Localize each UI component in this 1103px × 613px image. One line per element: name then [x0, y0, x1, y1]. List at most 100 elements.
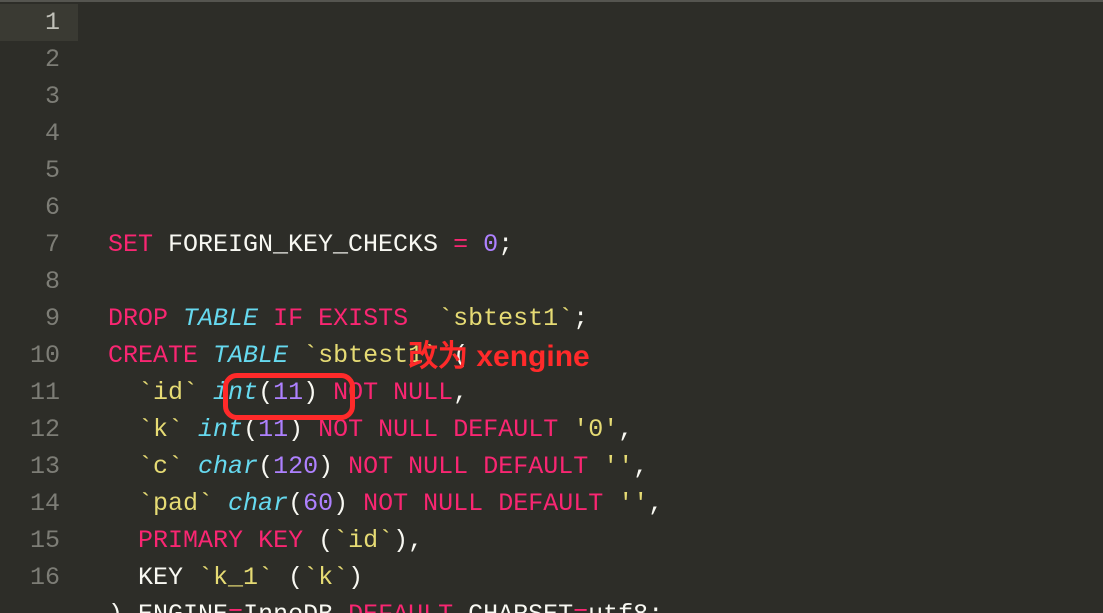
code-token: 120	[273, 452, 318, 481]
line-number: 12	[0, 411, 78, 448]
code-token: ,	[648, 489, 663, 518]
code-token	[318, 378, 333, 407]
code-area[interactable]: 改为 xengine SET FOREIGN_KEY_CHECKS = 0;DR…	[78, 0, 1103, 613]
code-token: NOT	[348, 452, 393, 481]
code-token: NOT	[318, 415, 363, 444]
code-token: (	[318, 526, 333, 555]
line-number: 6	[0, 189, 78, 226]
code-token: (	[288, 563, 303, 592]
code-token: ,	[618, 415, 633, 444]
code-token: DROP	[108, 304, 168, 333]
code-token	[438, 415, 453, 444]
code-token: char	[198, 452, 258, 481]
code-token: 11	[258, 415, 288, 444]
code-token: )	[303, 378, 318, 407]
code-line[interactable]: ) ENGINE=InnoDB DEFAULT CHARSET=utf8;	[108, 596, 1103, 613]
code-line[interactable]: SET FOREIGN_KEY_CHECKS = 0;	[108, 226, 1103, 263]
code-token	[303, 415, 318, 444]
code-token	[408, 304, 438, 333]
code-token: NULL	[423, 489, 483, 518]
code-line[interactable]: `k` int(11) NOT NULL DEFAULT '0',	[108, 411, 1103, 448]
code-token: (	[258, 452, 273, 481]
code-token: ,	[453, 378, 468, 407]
code-editor: 12345678910111213141516 改为 xengine SET F…	[0, 0, 1103, 613]
code-token: '0'	[573, 415, 618, 444]
code-token	[183, 415, 198, 444]
line-number: 11	[0, 374, 78, 411]
code-token: ''	[603, 452, 633, 481]
line-number: 16	[0, 559, 78, 596]
code-token: (	[258, 378, 273, 407]
code-token	[588, 452, 603, 481]
code-token: 60	[303, 489, 333, 518]
code-token: ;	[573, 304, 588, 333]
code-token: `k`	[138, 415, 183, 444]
line-number: 4	[0, 115, 78, 152]
line-number: 13	[0, 448, 78, 485]
code-token: CHARSET	[453, 600, 573, 613]
code-token: ''	[618, 489, 648, 518]
code-token	[303, 304, 318, 333]
code-token: `c`	[138, 452, 183, 481]
line-number: 15	[0, 522, 78, 559]
code-token: `id`	[138, 378, 198, 407]
code-token: DEFAULT	[483, 452, 588, 481]
line-number: 5	[0, 152, 78, 189]
code-token: NULL	[393, 378, 453, 407]
line-number: 8	[0, 263, 78, 300]
code-line[interactable]	[108, 263, 1103, 300]
code-line[interactable]: DROP TABLE IF EXISTS `sbtest1`;	[108, 300, 1103, 337]
code-token: int	[213, 378, 258, 407]
code-token: (	[243, 415, 258, 444]
code-token: KEY	[258, 526, 303, 555]
code-token: SET	[108, 230, 153, 259]
code-token: )	[288, 415, 303, 444]
code-token: )	[108, 600, 123, 613]
code-line[interactable]: CREATE TABLE `sbtest1` (	[108, 337, 1103, 374]
code-line[interactable]: `pad` char(60) NOT NULL DEFAULT '',	[108, 485, 1103, 522]
code-token: utf8	[588, 600, 648, 613]
code-line[interactable]: `id` int(11) NOT NULL,	[108, 374, 1103, 411]
code-token: 11	[273, 378, 303, 407]
code-token: ;	[498, 230, 513, 259]
code-token: NULL	[378, 415, 438, 444]
code-token: PRIMARY	[138, 526, 243, 555]
code-token: InnoDB	[243, 600, 348, 613]
code-token: `sbtest1`	[303, 341, 438, 370]
code-token	[258, 304, 273, 333]
code-token	[198, 341, 213, 370]
code-token: int	[198, 415, 243, 444]
code-token	[108, 452, 138, 481]
code-token: KEY	[108, 563, 198, 592]
code-token: ;	[648, 600, 663, 613]
code-token: NOT	[333, 378, 378, 407]
code-token: NOT	[363, 489, 408, 518]
code-token: =	[228, 600, 243, 613]
code-token: NULL	[408, 452, 468, 481]
code-token	[348, 489, 363, 518]
code-token	[363, 415, 378, 444]
code-token	[408, 489, 423, 518]
code-token	[108, 415, 138, 444]
code-token: `k`	[303, 563, 348, 592]
line-number: 1	[0, 4, 78, 41]
code-line[interactable]: KEY `k_1` (`k`)	[108, 559, 1103, 596]
line-number: 10	[0, 337, 78, 374]
code-token: IF	[273, 304, 303, 333]
code-token	[333, 452, 348, 481]
code-line[interactable]: `c` char(120) NOT NULL DEFAULT '',	[108, 448, 1103, 485]
code-token	[558, 415, 573, 444]
code-token	[213, 489, 228, 518]
line-number: 9	[0, 300, 78, 337]
code-token: =	[573, 600, 588, 613]
code-token: char	[228, 489, 288, 518]
code-token: )	[318, 452, 333, 481]
code-line[interactable]: PRIMARY KEY (`id`),	[108, 522, 1103, 559]
code-token: ENGINE	[123, 600, 228, 613]
code-token: )	[333, 489, 348, 518]
code-token: (	[288, 489, 303, 518]
code-token	[108, 378, 138, 407]
code-token: (	[453, 341, 468, 370]
code-token	[303, 526, 318, 555]
code-token	[243, 526, 258, 555]
